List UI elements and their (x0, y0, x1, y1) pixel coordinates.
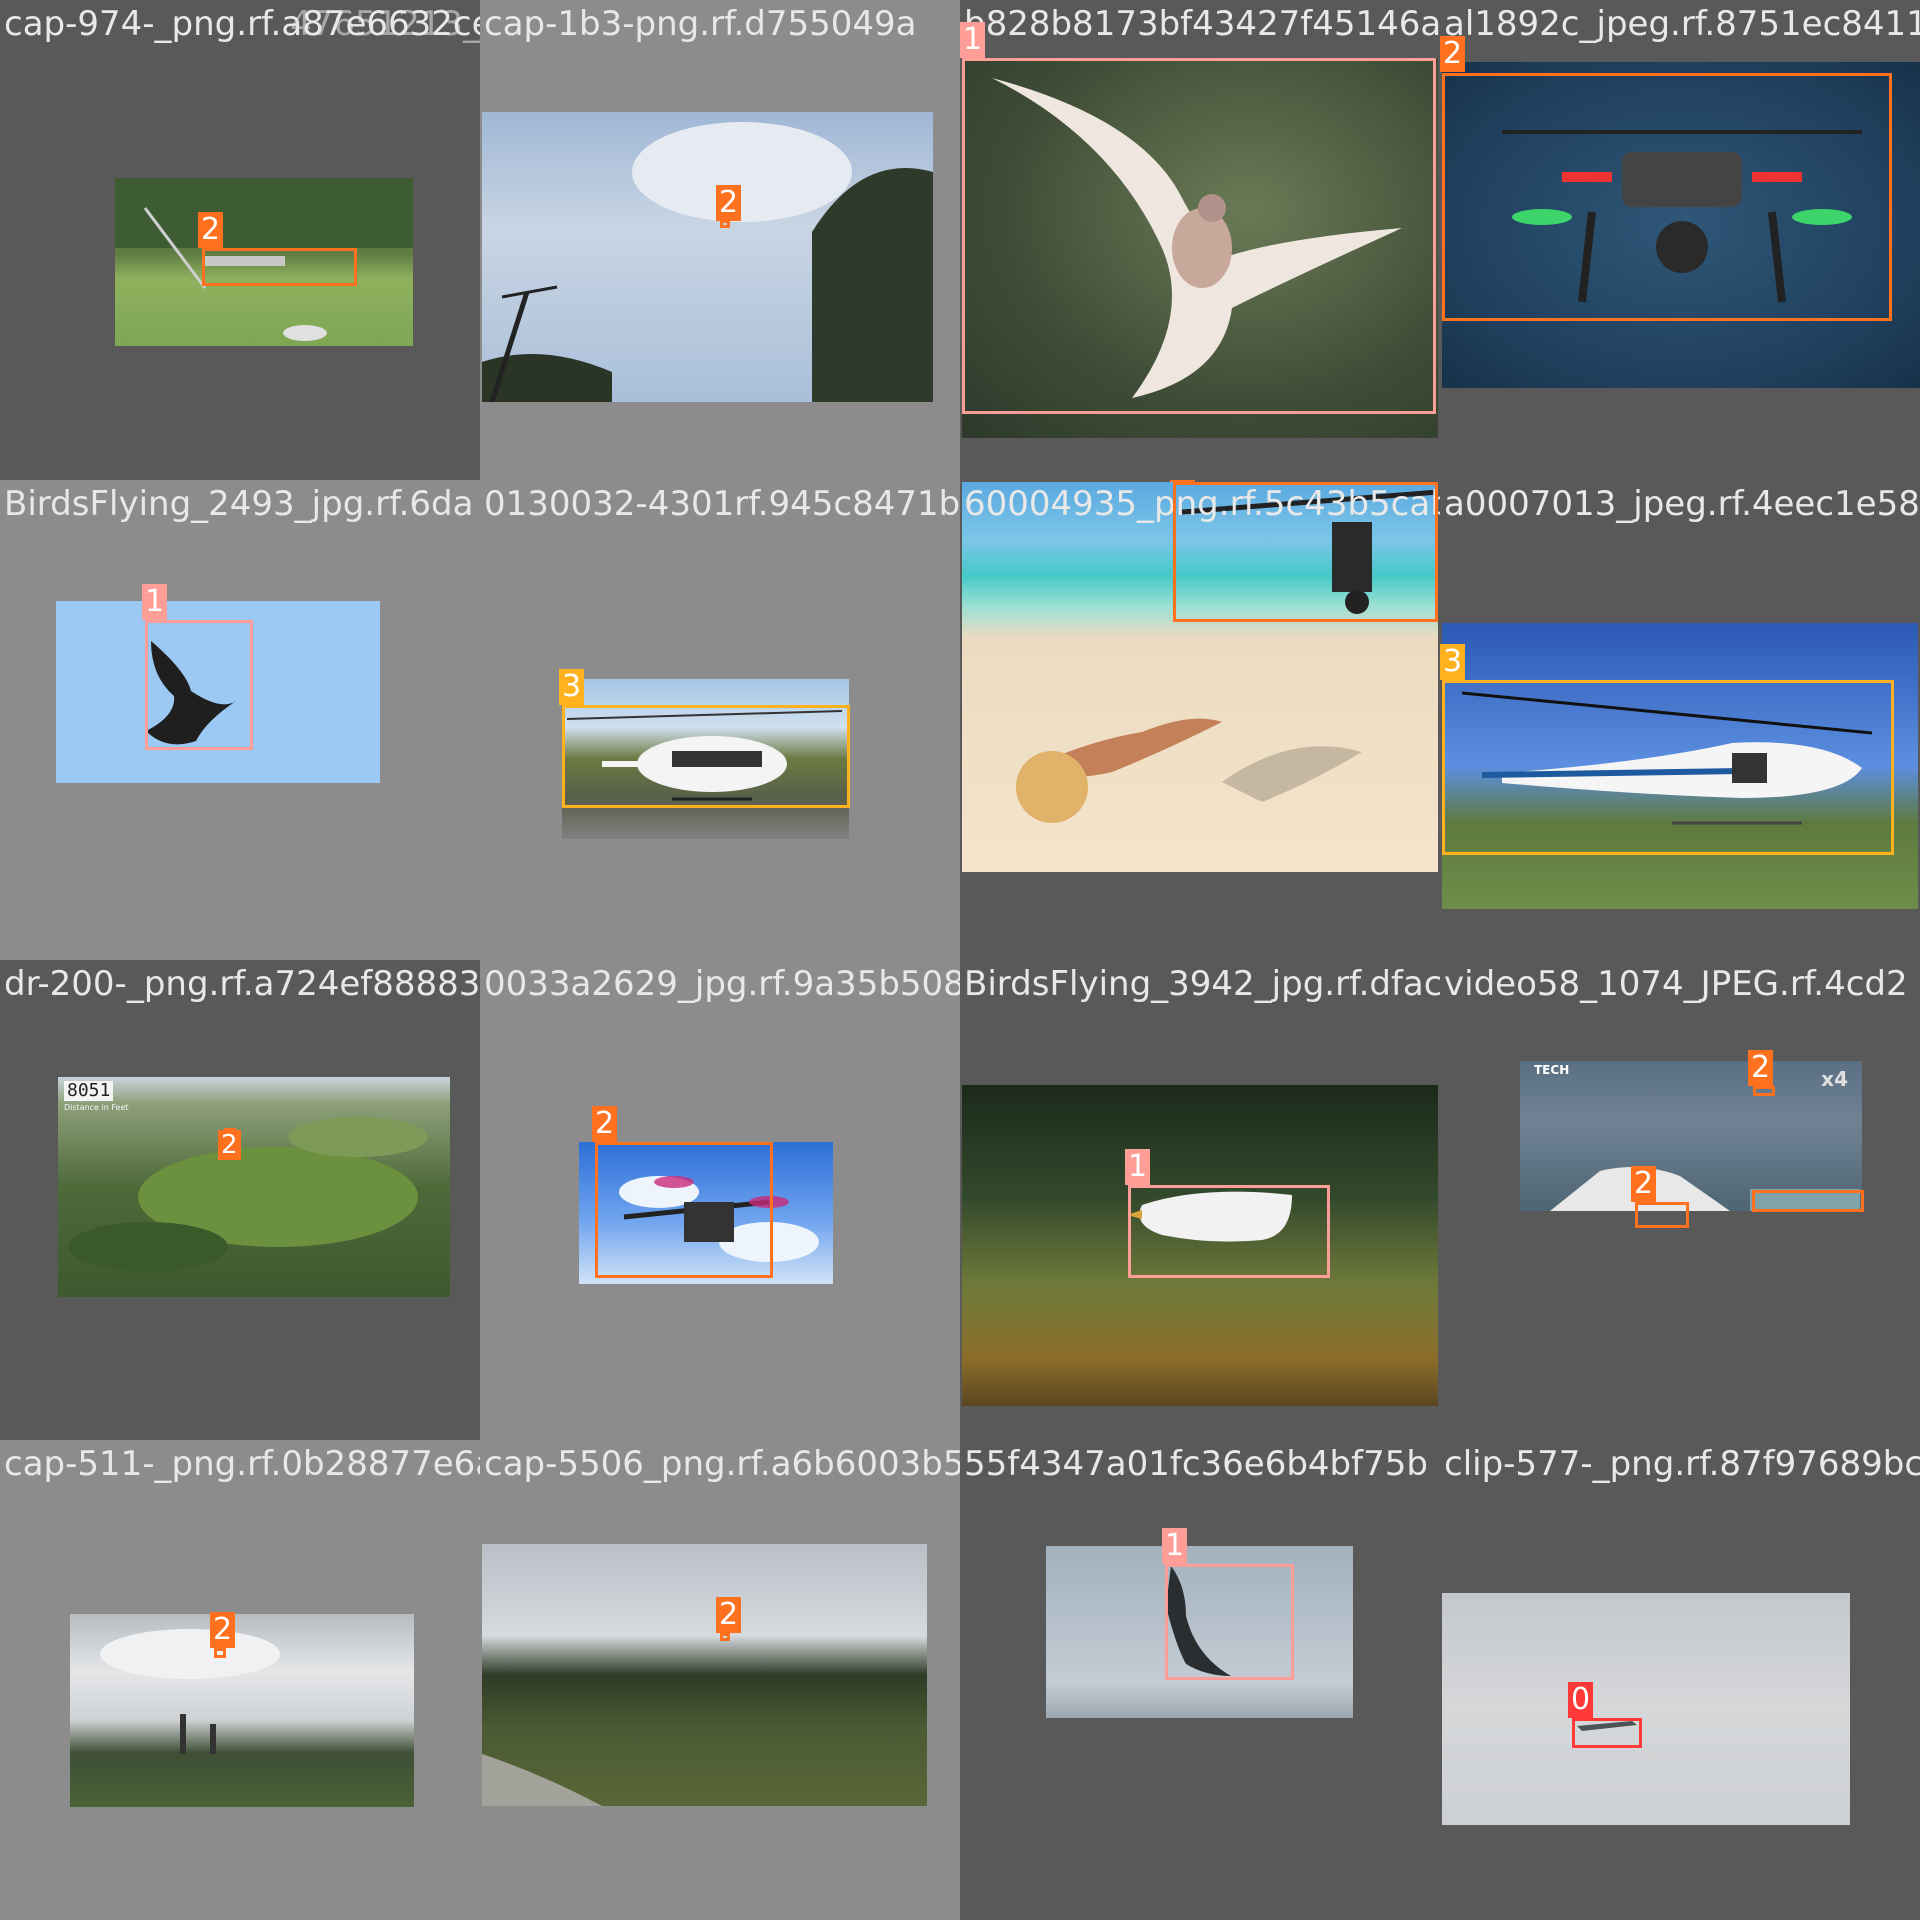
tile-filename: cap-5506_png.rf.a6b6003b5b (484, 1444, 960, 1484)
class-label: 1 (142, 584, 168, 620)
class-label: 2 (1748, 1050, 1774, 1086)
class-label: 2 (210, 1612, 236, 1648)
bounding-box (145, 620, 253, 750)
tile-filename: b828b8173bf43427f45146a (964, 4, 1440, 44)
tile-10: 0033a2629_jpg.rf.9a35b5081 2 (480, 960, 960, 1440)
bounding-box (1165, 1564, 1294, 1680)
bounding-box (1753, 1086, 1775, 1096)
tile-filename: cap-1b3-png.rf.d755049a (484, 4, 917, 44)
tile-14: cap-5506_png.rf.a6b6003b5b 2 (480, 1440, 960, 1920)
tile-filename: 0130032-4301rf.945c8471be (484, 484, 960, 524)
zoom-indicator: x4 (1821, 1067, 1848, 1091)
image-hillside (482, 1544, 927, 1806)
bounding-box (214, 1648, 226, 1658)
tile-5: BirdsFlying_2493_jpg.rf.6da 1 (0, 480, 480, 960)
tile-9: dr-200-_png.rf.a724ef88883 8051 Distance… (0, 960, 480, 1440)
mosaic-grid: cap-974-_png.rf.a87e6632ce 47651213_jpg.… (0, 0, 1920, 1920)
bounding-box (962, 58, 1436, 414)
tile-filename: BirdsFlying_3942_jpg.rf.dfac (964, 964, 1440, 1004)
distance-caption: Distance in Feet (64, 1103, 129, 1112)
class-label: 2 (716, 1597, 742, 1633)
image-aerial-fields: 8051 Distance in Feet (58, 1077, 450, 1297)
bounding-box (720, 220, 730, 228)
tile-4: al1892c_jpeg.rf.8751ec84118 2 (1440, 0, 1920, 480)
tile-15: 55f4347a01fc36e6b4bf75b 1 (960, 1440, 1440, 1920)
bounding-box (1128, 1185, 1330, 1278)
tile-filename: dr-200-_png.rf.a724ef88883 (4, 964, 480, 1004)
class-label: 2 (218, 1130, 241, 1160)
bounding-box (595, 1142, 773, 1278)
bounding-box (1635, 1202, 1689, 1228)
tile-12: video58_1074_JPEG.rf.4cd2 TECH x4 2 2 (1440, 960, 1920, 1440)
bounding-box (1442, 680, 1894, 855)
bounding-box (1752, 1190, 1864, 1212)
bounding-box (202, 248, 357, 286)
tile-7: 60004935_png.rf.5c43b5cab65 2 (960, 480, 1440, 960)
class-label: 2 (716, 185, 742, 221)
distance-readout: 8051 (64, 1081, 114, 1101)
tile-filename: al1892c_jpeg.rf.8751ec84118 (1444, 4, 1920, 44)
class-label: 1 (960, 22, 986, 58)
image-airplane-sky (1442, 1593, 1850, 1825)
tile-13: cap-511-_png.rf.0b28877e6a 2 (0, 1440, 480, 1920)
tile-8: a0007013_jpeg.rf.4eec1e58 3 (1440, 480, 1920, 960)
class-label: 1 (1162, 1528, 1188, 1564)
tile-16: clip-577-_png.rf.87f97689bc 0 (1440, 1440, 1920, 1920)
class-label: 2 (198, 212, 224, 248)
video-brand: TECH (1534, 1063, 1570, 1077)
bounding-box (1173, 482, 1438, 622)
bounding-box (562, 705, 850, 808)
class-label: 2 (1440, 36, 1466, 72)
tile-3: b828b8173bf43427f45146a 1 (960, 0, 1440, 480)
bounding-box (1442, 73, 1892, 321)
image-cloudy-field (70, 1614, 414, 1807)
tile-filename: video58_1074_JPEG.rf.4cd2 (1444, 964, 1908, 1004)
tile-filename: a0007013_jpeg.rf.4eec1e58 (1444, 484, 1920, 524)
tile-11: BirdsFlying_3942_jpg.rf.dfac 1 (960, 960, 1440, 1440)
class-label: 1 (1125, 1149, 1151, 1185)
tile-filename: BirdsFlying_2493_jpg.rf.6da (4, 484, 474, 524)
tile-2: cap-1b3-png.rf.d755049a 2 (480, 0, 960, 480)
image-sky-trees (482, 112, 933, 402)
image-boat-video: TECH x4 (1520, 1061, 1862, 1211)
class-label: 2 (1631, 1166, 1657, 1202)
tile-filename: cap-511-_png.rf.0b28877e6a (4, 1444, 480, 1484)
tile-filename: 0033a2629_jpg.rf.9a35b5081 (484, 964, 960, 1004)
tile-filename: clip-577-_png.rf.87f97689bc (1444, 1444, 1920, 1484)
class-label: 2 (592, 1106, 618, 1142)
tile-1: cap-974-_png.rf.a87e6632ce 47651213_jpg.… (0, 0, 480, 480)
tile-filename: cap-974-_png.rf.a87e6632ce (4, 4, 480, 44)
bounding-box (1572, 1718, 1642, 1748)
class-label: 3 (1440, 644, 1466, 680)
bounding-box (720, 1633, 730, 1641)
class-label: 3 (559, 669, 585, 705)
tile-6: 0130032-4301rf.945c8471be 3 (480, 480, 960, 960)
class-label: 0 (1568, 1682, 1594, 1718)
tile-filename: 55f4347a01fc36e6b4bf75b (964, 1444, 1428, 1484)
class-label: 2 (1170, 480, 1196, 482)
